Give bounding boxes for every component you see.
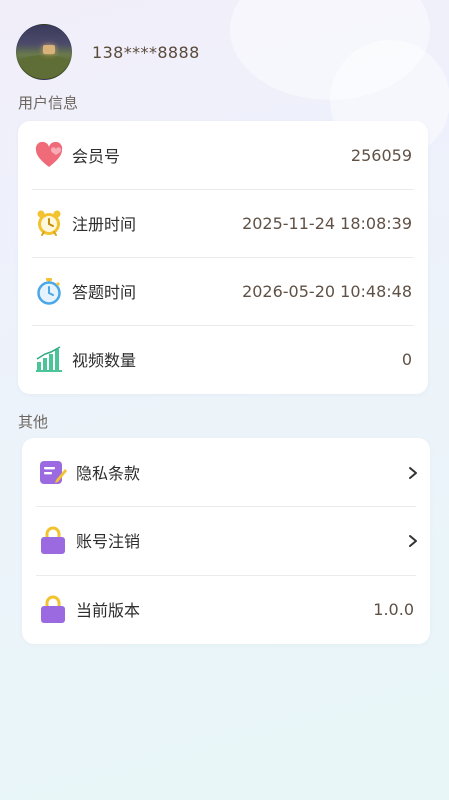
video-count-value: 0	[401, 349, 412, 369]
row-video-count: 视频数量 0	[18, 325, 428, 393]
section-title-user-info: 用户信息	[18, 94, 79, 112]
lock-icon	[38, 594, 68, 624]
row-label: 会员号	[72, 147, 121, 166]
alarm-clock-icon	[34, 208, 64, 238]
chevron-right-icon	[406, 465, 420, 479]
row-label: 答题时间	[72, 283, 137, 302]
row-member-id: 会员号 256059	[18, 121, 428, 189]
heart-icon	[34, 140, 64, 170]
other-card: 隐私条款 账号注销 当前版本 1.0.0	[22, 438, 430, 644]
version-value: 1.0.0	[373, 599, 414, 619]
stopwatch-icon	[34, 276, 64, 306]
row-privacy-policy[interactable]: 隐私条款	[22, 438, 430, 506]
section-title-other: 其他	[18, 413, 49, 431]
member-id-value: 256059	[350, 145, 412, 165]
register-time-value: 2025-11-24 18:08:39	[242, 213, 412, 233]
row-label: 注册时间	[72, 215, 137, 234]
profile-header: 138****8888	[16, 24, 200, 80]
row-account-deletion[interactable]: 账号注销	[22, 506, 430, 574]
user-info-card: 会员号 256059 注册时间 2025-11-24 18:08:39 答题时间…	[18, 121, 428, 394]
row-label: 账号注销	[76, 532, 141, 551]
document-edit-icon	[38, 457, 68, 487]
lock-icon	[38, 525, 68, 555]
row-label: 隐私条款	[76, 464, 141, 483]
row-label: 视频数量	[72, 351, 137, 370]
avatar[interactable]	[16, 24, 72, 80]
chevron-right-icon	[406, 533, 420, 547]
bar-chart-icon	[34, 344, 64, 374]
row-register-time: 注册时间 2025-11-24 18:08:39	[18, 189, 428, 257]
row-answer-time: 答题时间 2026-05-20 10:48:48	[18, 257, 428, 325]
row-label: 当前版本	[76, 601, 141, 620]
user-phone: 138****8888	[92, 42, 200, 62]
answer-time-value: 2026-05-20 10:48:48	[242, 281, 412, 301]
row-current-version: 当前版本 1.0.0	[22, 575, 430, 643]
